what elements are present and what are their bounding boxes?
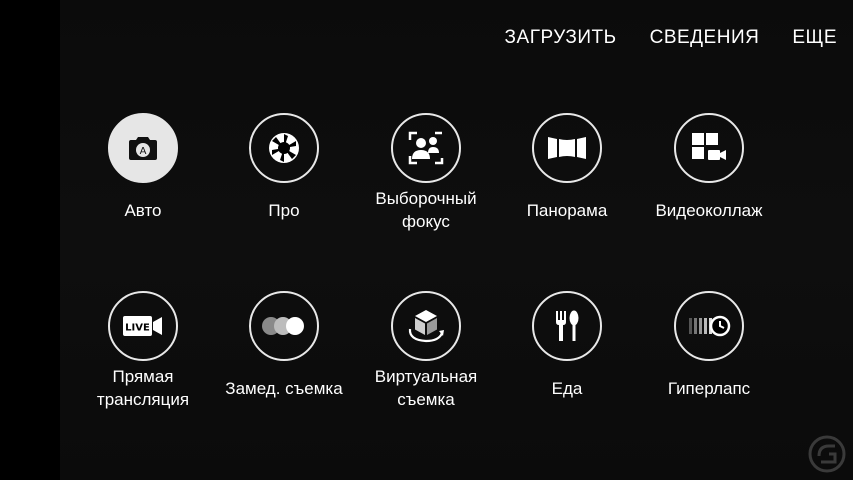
mode-panorama[interactable]: Панорама — [497, 113, 637, 222]
mode-panorama-label: Панорама — [526, 201, 608, 220]
mode-live-broadcast-label: Прямая трансляция — [96, 367, 190, 409]
mode-slow-motion[interactable]: Замед. съемка — [214, 291, 354, 400]
mode-hyperlapse[interactable]: Гиперлапс — [639, 291, 779, 400]
mode-selective-focus[interactable]: Выборочный фокус — [356, 113, 496, 233]
download-button[interactable]: ЗАГРУЗИТЬ — [505, 26, 617, 50]
mode-video-collage[interactable]: Видеоколлаж — [639, 113, 779, 222]
mode-auto-label: Авто — [124, 201, 162, 220]
panorama-icon — [548, 137, 586, 159]
mode-slow-motion-label: Замед. съемка — [225, 379, 343, 398]
virtual-shot-icon — [408, 310, 444, 343]
mode-virtual-shot[interactable]: Виртуальная съемка — [356, 291, 496, 411]
info-button[interactable]: СВЕДЕНИЯ — [650, 26, 760, 50]
mode-selective-focus-label: Выборочный фокус — [375, 189, 477, 231]
mode-video-collage-circle — [674, 113, 744, 183]
mode-hyperlapse-circle — [674, 291, 744, 361]
mode-virtual-shot-circle — [391, 291, 461, 361]
mode-live-broadcast[interactable]: LIVE Прямая трансляция — [73, 291, 213, 411]
food-icon — [556, 310, 579, 341]
hyperlapse-icon — [689, 315, 731, 337]
mode-food[interactable]: Еда — [497, 291, 637, 400]
mode-slow-motion-circle — [249, 291, 319, 361]
mode-selective-focus-circle — [391, 113, 461, 183]
live-broadcast-icon: LIVE — [123, 316, 162, 336]
top-action-bar: ЗАГРУЗИТЬ СВЕДЕНИЯ ЕЩЕ — [505, 26, 837, 50]
mode-virtual-shot-label: Виртуальная съемка — [374, 367, 478, 409]
aperture-icon — [269, 133, 299, 163]
slow-motion-icon — [262, 317, 304, 335]
mode-food-circle — [532, 291, 602, 361]
mode-food-label: Еда — [551, 379, 583, 398]
camera-auto-icon: A — [129, 137, 157, 160]
video-collage-icon — [692, 133, 726, 160]
live-badge: LIVE — [125, 323, 150, 334]
mode-panorama-circle — [532, 113, 602, 183]
mode-pro-circle — [249, 113, 319, 183]
mode-hyperlapse-label: Гиперлапс — [667, 379, 751, 398]
mode-auto[interactable]: A Авто — [73, 113, 213, 222]
mode-live-broadcast-circle: LIVE — [108, 291, 178, 361]
selective-focus-icon — [408, 131, 444, 165]
svg-text:A: A — [140, 146, 147, 157]
mode-pro[interactable]: Про — [214, 113, 354, 222]
mode-pro-label: Про — [268, 201, 300, 220]
site-logo-icon — [808, 435, 846, 473]
more-button[interactable]: ЕЩЕ — [792, 26, 837, 50]
mode-auto-circle: A — [108, 113, 178, 183]
mode-video-collage-label: Видеоколлаж — [655, 201, 763, 220]
